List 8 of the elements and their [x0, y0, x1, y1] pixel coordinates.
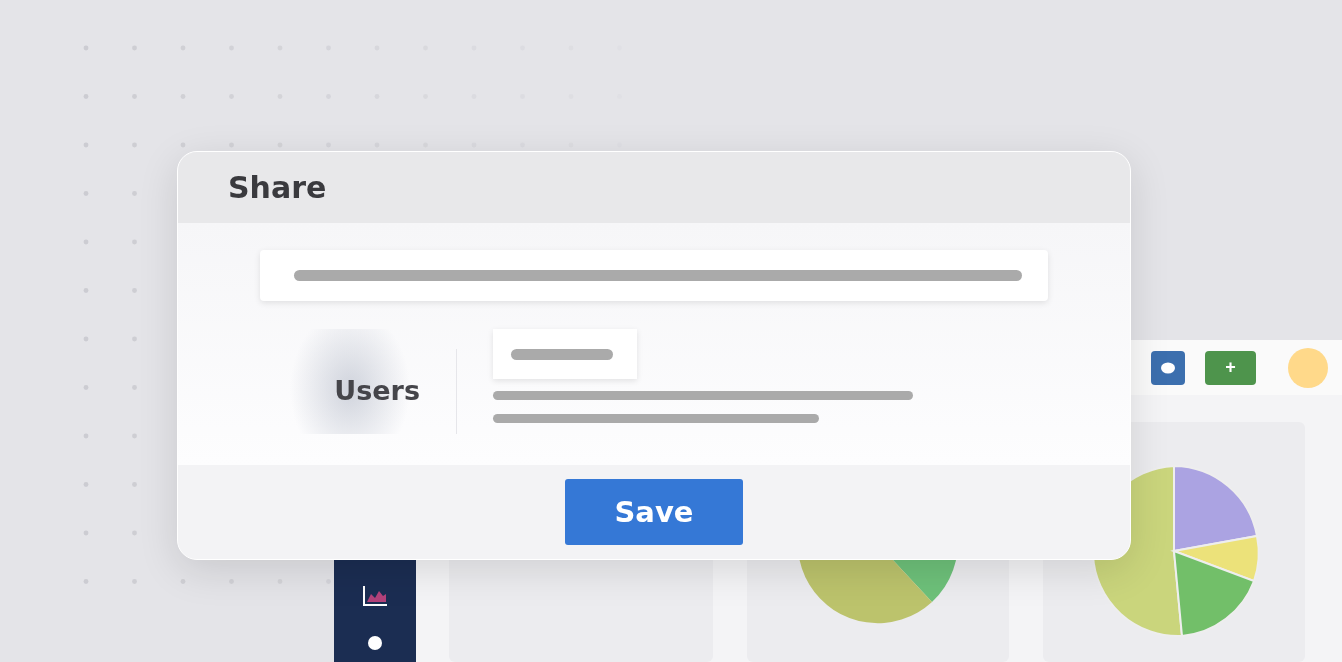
- dialog-title: Share: [228, 170, 327, 205]
- oval-icon: [1160, 361, 1176, 374]
- dot-icon[interactable]: [368, 636, 382, 650]
- chat-button[interactable]: [1151, 350, 1185, 385]
- add-button[interactable]: +: [1205, 350, 1256, 385]
- save-button[interactable]: Save: [565, 479, 743, 545]
- link-field[interactable]: [260, 250, 1048, 301]
- chart-icon[interactable]: [361, 584, 389, 608]
